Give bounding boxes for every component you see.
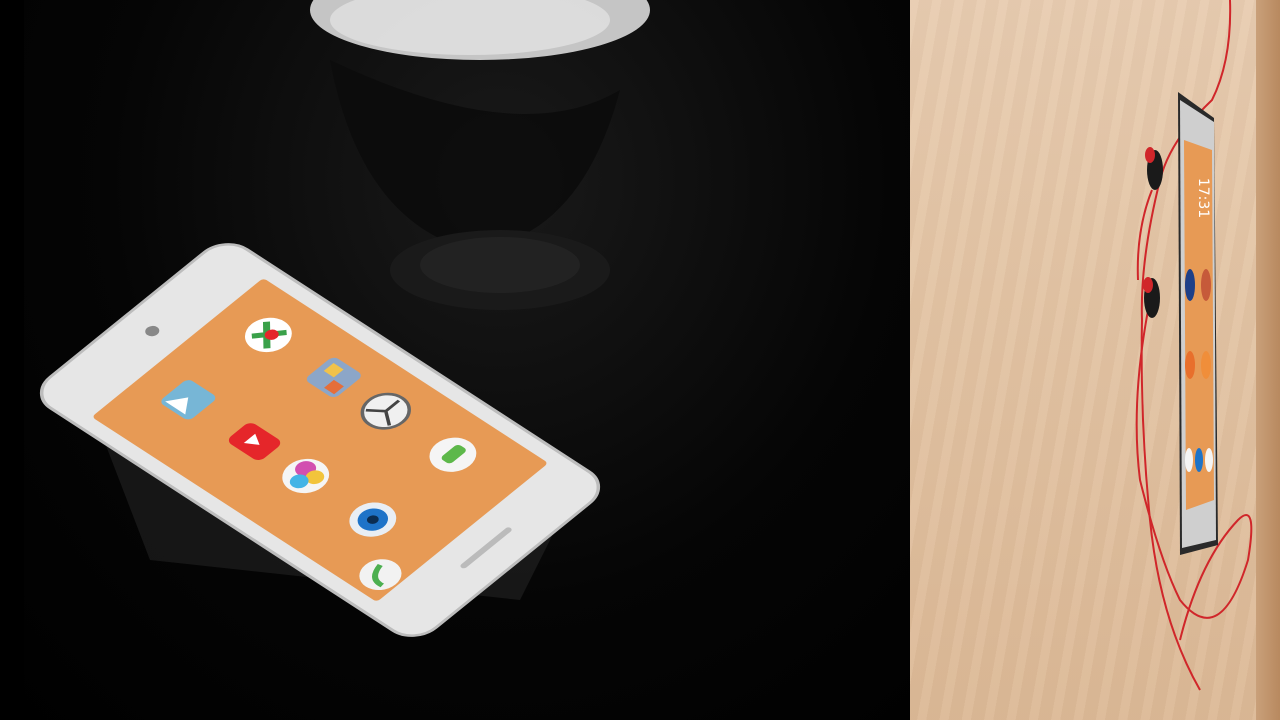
right-phone-clock: 17:31 <box>1195 178 1211 218</box>
photo-frame: 17:31 <box>0 0 1280 720</box>
right-phone: 17:31 <box>1178 92 1218 555</box>
scene-graphics: 17:31 <box>39 0 1253 691</box>
earbud-bottom <box>1143 277 1160 318</box>
coffee-cup <box>310 0 650 310</box>
earbud-top <box>1145 147 1163 190</box>
